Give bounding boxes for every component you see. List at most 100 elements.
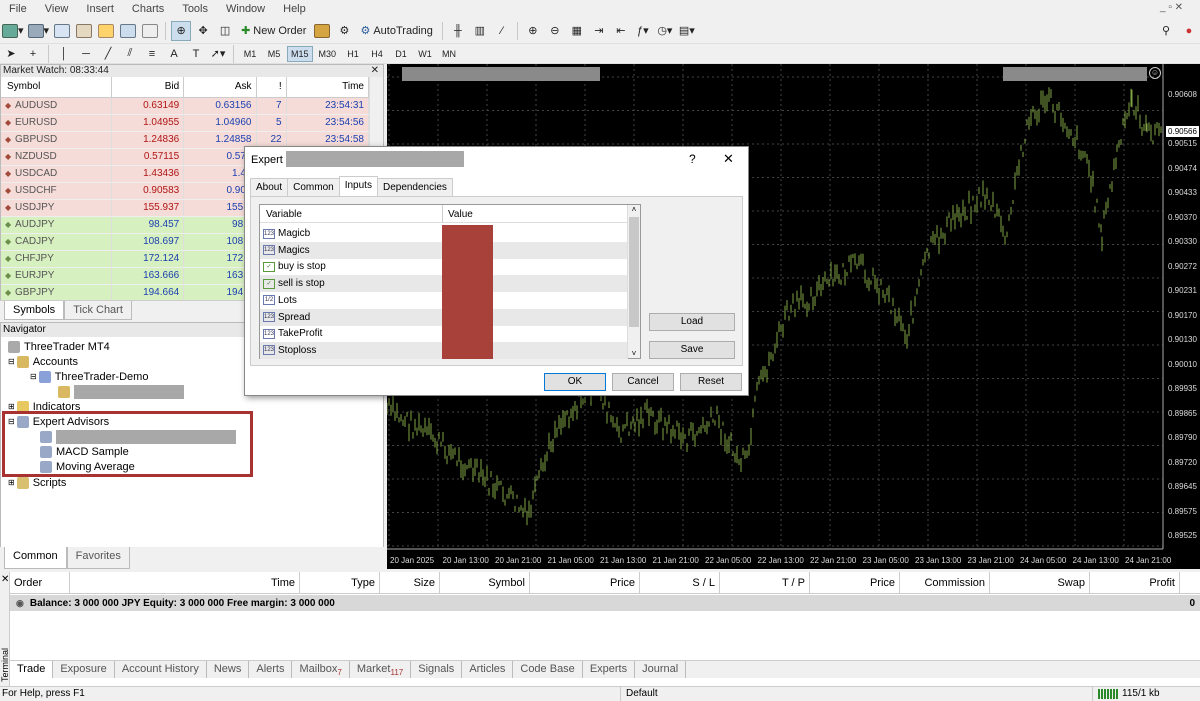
terminal-col-header[interactable]: Price [810, 572, 900, 593]
trendline-icon[interactable]: ╱ [98, 44, 118, 64]
terminal-col-header[interactable]: Type [300, 572, 380, 593]
timeframe-h1[interactable]: H1 [342, 46, 364, 62]
templates-icon[interactable]: ▤▾ [677, 21, 697, 41]
load-button[interactable]: Load [649, 313, 735, 331]
terminal-col-header[interactable]: Swap [990, 572, 1090, 593]
cancel-button[interactable]: Cancel [612, 373, 674, 391]
horizontal-line-icon[interactable]: ─ [76, 44, 96, 64]
label-icon[interactable]: T [186, 44, 206, 64]
candlestick-icon[interactable]: ▥ [470, 21, 490, 41]
crosshair-tool-icon[interactable]: + [23, 44, 43, 64]
nav-experts[interactable]: ⊟ Expert Advisors [8, 414, 109, 429]
metaeditor-icon[interactable] [312, 21, 332, 41]
chart-scroll-icon[interactable]: ◫ [215, 21, 235, 41]
menu-view[interactable]: View [36, 3, 78, 15]
reset-button[interactable]: Reset [680, 373, 742, 391]
nav-demo[interactable]: ⊟ ThreeTrader-Demo [30, 369, 148, 384]
options-icon[interactable]: ⚙ [334, 21, 354, 41]
bar-chart-icon[interactable]: ╫ [448, 21, 468, 41]
nav-root[interactable]: ThreeTrader MT4 [8, 339, 110, 354]
navigator-icon[interactable] [96, 21, 116, 41]
nav-account-item[interactable] [58, 384, 184, 399]
autotrading-button[interactable]: ⚙ AutoTrading [356, 21, 436, 41]
indicators-icon[interactable]: ƒ▾ [633, 21, 653, 41]
timeframe-h4[interactable]: H4 [366, 46, 388, 62]
text-icon[interactable]: A [164, 44, 184, 64]
data-window-icon[interactable] [74, 21, 94, 41]
notification-icon[interactable]: ● [1179, 21, 1199, 41]
nav-accounts[interactable]: ⊟ Accounts [8, 354, 78, 369]
help-button[interactable]: ? [689, 152, 696, 166]
terminal-tab-news[interactable]: News [207, 661, 250, 678]
timeframe-w1[interactable]: W1 [414, 46, 436, 62]
crosshair-icon[interactable]: ⊕ [171, 20, 192, 41]
mw-col-header[interactable]: Time [286, 77, 370, 98]
terminal-col-header[interactable]: Profit [1090, 572, 1180, 593]
search-icon[interactable]: ⚲ [1156, 21, 1176, 41]
nav-scripts[interactable]: ⊞ Scripts [8, 475, 66, 490]
terminal-col-header[interactable]: Size [380, 572, 440, 593]
dialog-tab-common[interactable]: Common [287, 178, 340, 196]
dialog-tab-dependencies[interactable]: Dependencies [376, 178, 453, 196]
inputs-scrollbar[interactable]: ˄ ˅ [627, 205, 640, 358]
dialog-tab-inputs[interactable]: Inputs [338, 176, 378, 196]
terminal-col-header[interactable]: T / P [720, 572, 810, 593]
terminal-tab-market[interactable]: Market117 [350, 661, 412, 678]
vertical-line-icon[interactable]: │ [54, 44, 74, 64]
terminal-col-header[interactable]: Order [10, 572, 70, 593]
timeframe-m30[interactable]: M30 [315, 46, 341, 62]
nav-ea-macd[interactable]: MACD Sample [40, 444, 129, 459]
terminal-col-header[interactable]: Commission [900, 572, 990, 593]
mw-col-header[interactable]: Symbol [1, 77, 112, 98]
market-watch-row[interactable]: ◆ EURUSD 1.04955 1.04960 5 23:54:56 [1, 114, 370, 132]
autoscroll-icon[interactable]: ⇥ [589, 21, 609, 41]
nav-ea-redacted[interactable] [40, 429, 236, 444]
terminal-tab-alerts[interactable]: Alerts [249, 661, 293, 678]
terminal-close-icon[interactable]: ✕ [0, 574, 9, 585]
terminal-col-header[interactable]: Time [70, 572, 300, 593]
menu-file[interactable]: File [0, 3, 36, 15]
terminal-tab-code-base[interactable]: Code Base [513, 661, 583, 678]
menu-charts[interactable]: Charts [123, 3, 173, 15]
fibonacci-icon[interactable]: ≡ [142, 44, 162, 64]
profiles-icon[interactable]: ▾ [27, 21, 51, 41]
timeframe-mn[interactable]: MN [438, 46, 460, 62]
terminal-col-header[interactable]: S / L [640, 572, 720, 593]
tile-windows-icon[interactable]: ▦ [567, 21, 587, 41]
terminal-tab-mailbox[interactable]: Mailbox7 [292, 661, 350, 678]
menu-tools[interactable]: Tools [173, 3, 217, 15]
zoom-target-icon[interactable]: ✥ [193, 21, 213, 41]
terminal-tab-experts[interactable]: Experts [583, 661, 636, 678]
terminal-icon[interactable] [118, 21, 138, 41]
timeframe-m5[interactable]: M5 [263, 46, 285, 62]
strategy-tester-icon[interactable] [140, 21, 160, 41]
market-watch-toggle-icon[interactable] [52, 21, 72, 41]
zoom-in-icon[interactable]: ⊕ [523, 21, 543, 41]
menu-help[interactable]: Help [274, 3, 315, 15]
tab-favorites[interactable]: Favorites [66, 547, 130, 569]
menu-window[interactable]: Window [217, 3, 274, 15]
terminal-col-header[interactable]: Price [530, 572, 640, 593]
terminal-col-header[interactable]: Symbol [440, 572, 530, 593]
new-order-button[interactable]: ✚ New Order [237, 21, 310, 41]
zoom-out-icon[interactable]: ⊖ [545, 21, 565, 41]
menu-insert[interactable]: Insert [77, 3, 123, 15]
channel-icon[interactable]: ⫽ [120, 44, 140, 64]
close-icon[interactable]: ✕ [371, 65, 379, 77]
terminal-tab-signals[interactable]: Signals [411, 661, 463, 678]
periods-icon[interactable]: ◷▾ [655, 21, 675, 41]
ok-button[interactable]: OK [544, 373, 606, 391]
mw-col-header[interactable]: Ask [183, 77, 257, 98]
cursor-icon[interactable]: ➤ [1, 44, 21, 64]
mw-col-header[interactable]: Bid [111, 77, 185, 98]
terminal-tab-account-history[interactable]: Account History [115, 661, 207, 678]
timeframe-m1[interactable]: M1 [239, 46, 261, 62]
new-chart-icon[interactable]: ▾ [1, 21, 25, 41]
dialog-close-button[interactable]: ✕ [723, 151, 734, 167]
tab-tick-chart[interactable]: Tick Chart [64, 301, 132, 320]
mw-col-header[interactable]: ! [256, 77, 287, 98]
window-controls[interactable]: _ ▫ ✕ [1160, 2, 1183, 13]
tab-common[interactable]: Common [4, 547, 67, 569]
arrows-icon[interactable]: ➚▾ [208, 44, 228, 64]
nav-ea-ma[interactable]: Moving Average [40, 459, 135, 474]
